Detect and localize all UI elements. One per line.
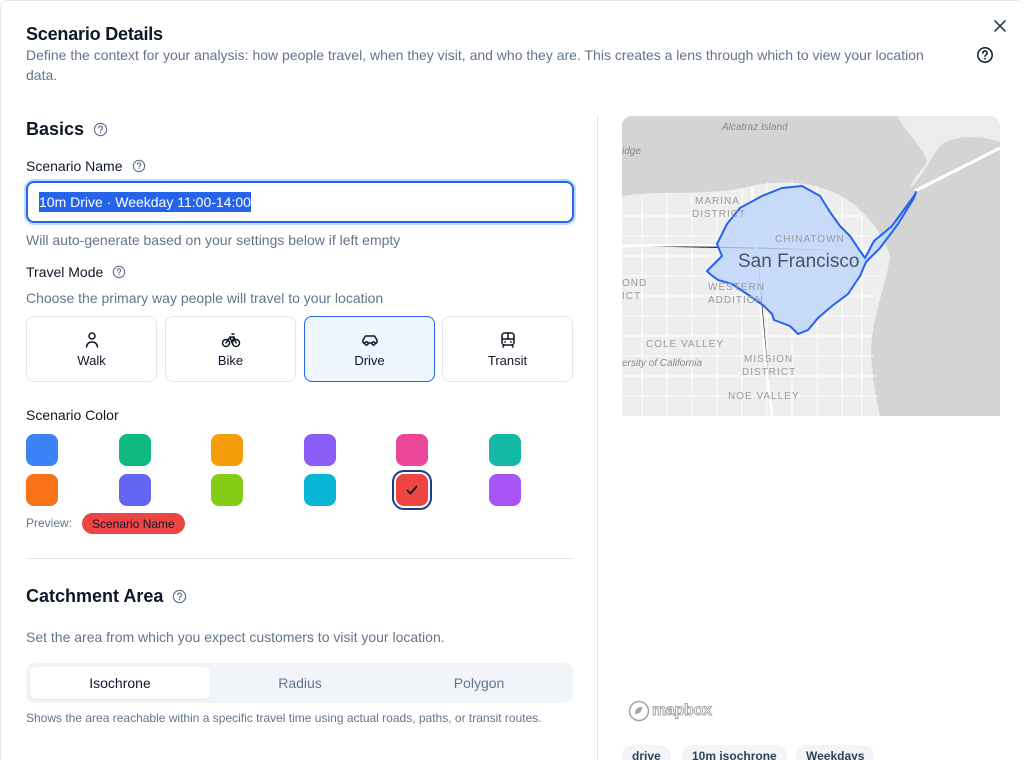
preview-pill: Scenario Name (82, 513, 185, 534)
catchment-hint: Set the area from which you expect custo… (26, 629, 445, 645)
color-swatch[interactable] (489, 474, 521, 506)
help-icon[interactable] (171, 589, 187, 605)
bike-icon (221, 332, 240, 347)
map-label-marina: MARINA (695, 196, 740, 207)
scenario-name-input[interactable]: 10m Drive · Weekday 11:00-14:00 (26, 181, 574, 223)
car-icon (361, 334, 378, 346)
travel-mode-walk-label: Walk (77, 352, 106, 368)
help-icon (977, 47, 993, 63)
help-icon[interactable] (131, 158, 147, 174)
travel-mode-transit[interactable]: Transit (442, 316, 573, 382)
travel-mode-walk[interactable]: Walk (26, 316, 157, 382)
dialog-subtitle: Define the context for your analysis: ho… (26, 47, 924, 83)
travel-mode-drive[interactable]: Drive (304, 316, 435, 382)
map-city-label: San Francisco (738, 251, 860, 272)
header-help-button[interactable] (975, 45, 995, 65)
travel-mode-transit-label: Transit (487, 352, 528, 368)
travel-mode-label-text: Travel Mode (26, 264, 104, 280)
color-swatch[interactable] (396, 474, 428, 506)
scenario-name-label: Scenario Name (26, 158, 147, 174)
summary-tag-days: Weekdays (796, 745, 875, 760)
travel-mode-hint: Choose the primary way people will trave… (26, 290, 384, 306)
map-label-ict: ICT (622, 291, 642, 302)
scenario-name-hint: Will auto-generate based on your setting… (26, 232, 401, 248)
scenario-details-dialog: Scenario Details Define the context for … (0, 0, 1024, 760)
close-icon (994, 20, 1006, 32)
summary-tag-mode: drive (622, 745, 671, 760)
mapbox-icon (628, 700, 650, 722)
color-swatch[interactable] (26, 434, 58, 466)
color-swatch[interactable] (211, 434, 243, 466)
color-swatch[interactable] (304, 434, 336, 466)
dialog-title: Scenario Details (26, 24, 163, 44)
catchment-type-tabs: Isochrone Radius Polygon (26, 663, 573, 703)
travel-mode-drive-label: Drive (354, 352, 385, 368)
scenario-color-label: Scenario Color (26, 407, 119, 423)
map-label-ond: OND (622, 278, 648, 289)
mapbox-logo[interactable]: mapbox (628, 700, 712, 722)
travel-mode-bike[interactable]: Bike (165, 316, 296, 382)
map-label-mission-district: DISTRICT (742, 367, 797, 378)
mapbox-wordmark: mapbox (652, 702, 713, 720)
color-swatch[interactable] (26, 474, 58, 506)
tab-radius[interactable]: Radius (210, 667, 390, 699)
map-label-bridge: idge (622, 146, 641, 157)
section-divider (26, 558, 574, 559)
close-button[interactable] (989, 15, 1011, 37)
tab-polygon[interactable]: Polygon (389, 667, 569, 699)
scenario-name-label-text: Scenario Name (26, 158, 123, 174)
color-swatch[interactable] (304, 474, 336, 506)
map-label-western: WESTERN (708, 282, 765, 293)
color-swatch[interactable] (211, 474, 243, 506)
catchment-description: Shows the area reachable within a specif… (26, 711, 542, 725)
color-swatch[interactable] (119, 474, 151, 506)
walk-icon (85, 331, 98, 348)
travel-mode-bike-label: Bike (217, 352, 244, 368)
help-icon[interactable] (92, 122, 108, 138)
basics-section-title: Basics (26, 119, 108, 140)
catchment-title-text: Catchment Area (26, 586, 164, 606)
preview-label: Preview: (26, 516, 73, 530)
color-swatch[interactable] (119, 434, 151, 466)
travel-mode-label: Travel Mode (26, 264, 127, 280)
bus-icon (500, 331, 515, 348)
color-swatch[interactable] (396, 434, 428, 466)
tab-isochrone[interactable]: Isochrone (30, 667, 210, 699)
map-label-alcatraz: Alcatraz Island (722, 122, 788, 133)
column-divider (597, 115, 598, 760)
map-label-addition: ADDITION (708, 295, 764, 306)
summary-tag-catchment: 10m isochrone (682, 745, 787, 760)
map-label-university: ersity of California (622, 358, 703, 369)
map-label-noe-valley: NOE VALLEY (728, 391, 800, 402)
map-label-cole-valley: COLE VALLEY (646, 339, 725, 350)
map-label-mission: MISSION (744, 354, 794, 365)
basics-title-text: Basics (26, 119, 85, 139)
help-icon[interactable] (111, 264, 127, 280)
map-label-chinatown: CHINATOWN (775, 234, 845, 245)
color-swatch[interactable] (489, 434, 521, 466)
catchment-section-title: Catchment Area (26, 586, 187, 607)
check-icon (406, 485, 418, 495)
map-view[interactable]: Alcatraz Island idge MARINA DISTRICT CHI… (622, 116, 1000, 416)
map-label-marina-district: DISTRICT (692, 209, 747, 220)
scenario-name-value: 10m Drive · Weekday 11:00-14:00 (39, 192, 251, 212)
